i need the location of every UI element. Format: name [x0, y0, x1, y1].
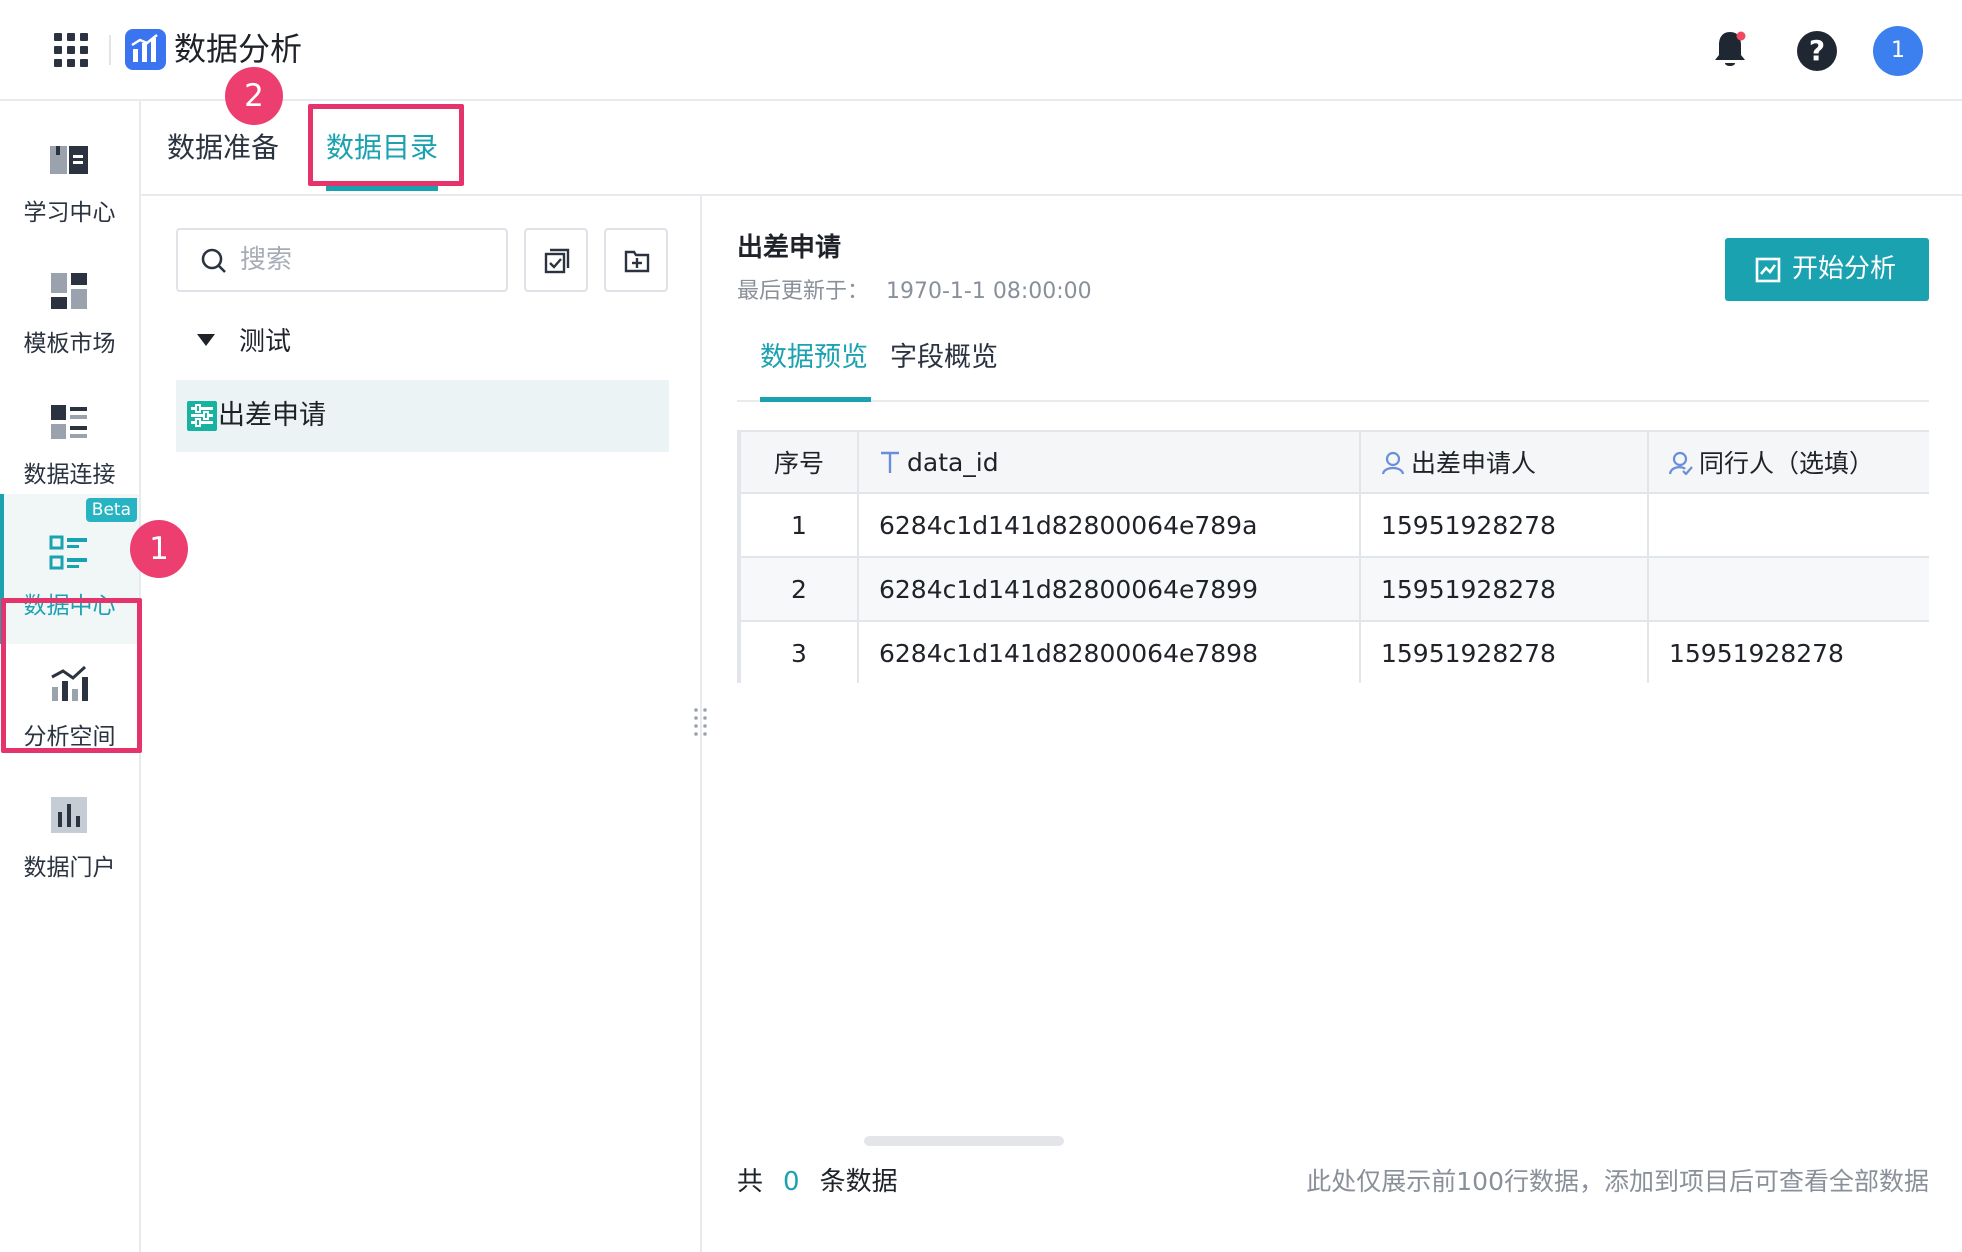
- dataset-detail-panel: 出差申请 最后更新于： 1970-1-1 08:00:00 开始分析 数据预览 …: [704, 196, 1962, 1252]
- batch-select-button[interactable]: [524, 228, 588, 292]
- annotation-marker-2: 2: [225, 67, 283, 125]
- search-box: [176, 228, 508, 292]
- table-row: 1 6284c1d141d82800064e789a 15951928278: [739, 492, 1929, 558]
- book-icon: [50, 146, 88, 174]
- column-header-label: 序号: [773, 449, 824, 478]
- portal-icon: [51, 797, 87, 833]
- column-header-companion[interactable]: 同行人（选填）: [1647, 430, 1929, 494]
- start-analysis-button[interactable]: 开始分析: [1725, 238, 1929, 301]
- last-updated-value: 1970-1-1 08:00:00: [886, 279, 1092, 304]
- cell-applicant: 15951928278: [1359, 556, 1649, 622]
- cell-seq: 1: [739, 492, 859, 558]
- beta-badge: Beta: [85, 498, 137, 522]
- data-center-icon: [49, 535, 87, 570]
- tab-data-preparation[interactable]: 数据准备: [167, 125, 279, 171]
- tab-field-overview[interactable]: 字段概览: [890, 336, 998, 380]
- annotation-highlight-box: [1, 598, 142, 753]
- sidebar-item-label: 数据连接: [23, 462, 116, 488]
- search-icon: [201, 248, 226, 273]
- cell-applicant: 15951928278: [1359, 492, 1649, 558]
- add-folder-icon: [624, 250, 650, 273]
- cell-companion: [1647, 492, 1929, 558]
- detail-tab-indicator: [760, 397, 871, 402]
- annotation-marker-1: 1: [130, 520, 188, 578]
- row-count-summary: 共 0 条数据: [737, 1162, 898, 1202]
- apps-grid-icon[interactable]: [54, 33, 88, 67]
- notification-bell-icon[interactable]: [1710, 28, 1750, 72]
- table-header-row: 序号 data_id 出差申请人 同行人（选填）: [739, 430, 1929, 494]
- table-row: 3 6284c1d141d82800064e7898 15951928278 1…: [739, 620, 1929, 683]
- sidebar-item-label: 数据门户: [23, 855, 116, 881]
- sidebar-item-data-portal[interactable]: 数据门户: [0, 756, 139, 906]
- chart-icon: [1755, 257, 1781, 283]
- cell-seq: 2: [739, 556, 859, 622]
- check-square-icon: [544, 248, 570, 274]
- user-avatar[interactable]: 1: [1873, 26, 1923, 76]
- folder-label: 测试: [239, 327, 292, 357]
- dataset-title: 出差申请: [737, 233, 842, 263]
- text-type-icon: [881, 451, 899, 473]
- last-updated-label: 最后更新于：: [737, 279, 870, 304]
- active-tab-indicator: [326, 186, 438, 191]
- cell-data-id: 6284c1d141d82800064e789a: [857, 492, 1361, 558]
- catalog-tree-panel: 测试 出差申请: [141, 196, 702, 1252]
- sidebar-item-template-market[interactable]: 模板市场: [0, 232, 139, 382]
- column-header-label: 出差申请人: [1411, 449, 1537, 478]
- top-divider: [109, 35, 111, 65]
- search-input[interactable]: [240, 240, 490, 280]
- column-header-label: data_id: [907, 447, 999, 477]
- user-add-type-icon: [1669, 451, 1693, 475]
- row-count-suffix: 条数据: [819, 1167, 898, 1197]
- column-header-applicant[interactable]: 出差申请人: [1359, 430, 1649, 494]
- template-icon: [51, 273, 87, 309]
- column-header-seq: 序号: [739, 430, 859, 494]
- cell-companion: 15951928278: [1647, 620, 1929, 683]
- row-count-value: 0: [783, 1167, 800, 1197]
- dataset-label: 出差申请: [218, 400, 326, 431]
- user-type-icon: [1381, 451, 1405, 475]
- app-title: 数据分析: [174, 30, 303, 68]
- help-icon[interactable]: ?: [1797, 31, 1837, 71]
- table-row: 2 6284c1d141d82800064e7899 15951928278: [739, 556, 1929, 622]
- tree-item-selected[interactable]: 出差申请: [176, 380, 669, 452]
- preview-limit-note: 此处仅展示前100行数据，添加到项目后可查看全部数据: [1306, 1167, 1929, 1196]
- data-preview-table: 序号 data_id 出差申请人 同行人（选填） 1 6284c1d141d82…: [737, 430, 1929, 683]
- tab-data-preview[interactable]: 数据预览: [760, 336, 868, 380]
- sidebar-item-label: 学习中心: [23, 200, 116, 226]
- detail-tabs: 数据预览 字段概览: [737, 326, 1929, 402]
- data-connect-icon: [51, 405, 87, 439]
- cell-companion: [1647, 556, 1929, 622]
- new-folder-button[interactable]: [604, 228, 668, 292]
- top-bar: 数据分析 ? 1: [0, 0, 1962, 101]
- cell-applicant: 15951928278: [1359, 620, 1649, 683]
- sidebar-item-learning[interactable]: 学习中心: [0, 101, 139, 251]
- start-analysis-label: 开始分析: [1792, 254, 1897, 284]
- column-header-data-id[interactable]: data_id: [857, 430, 1361, 494]
- dataset-table-icon: [187, 401, 217, 431]
- sidebar-item-data-connection[interactable]: 数据连接: [0, 363, 139, 513]
- row-count-prefix: 共: [737, 1167, 764, 1197]
- column-header-label: 同行人（选填）: [1699, 449, 1875, 478]
- cell-seq: 3: [739, 620, 859, 683]
- cell-data-id: 6284c1d141d82800064e7899: [857, 556, 1361, 622]
- horizontal-scrollbar[interactable]: [864, 1136, 1064, 1146]
- app-logo-icon: [125, 29, 166, 70]
- cell-data-id: 6284c1d141d82800064e7898: [857, 620, 1361, 683]
- caret-down-icon[interactable]: [197, 334, 215, 346]
- annotation-highlight-box: [308, 104, 464, 186]
- sidebar-item-label: 模板市场: [23, 331, 116, 357]
